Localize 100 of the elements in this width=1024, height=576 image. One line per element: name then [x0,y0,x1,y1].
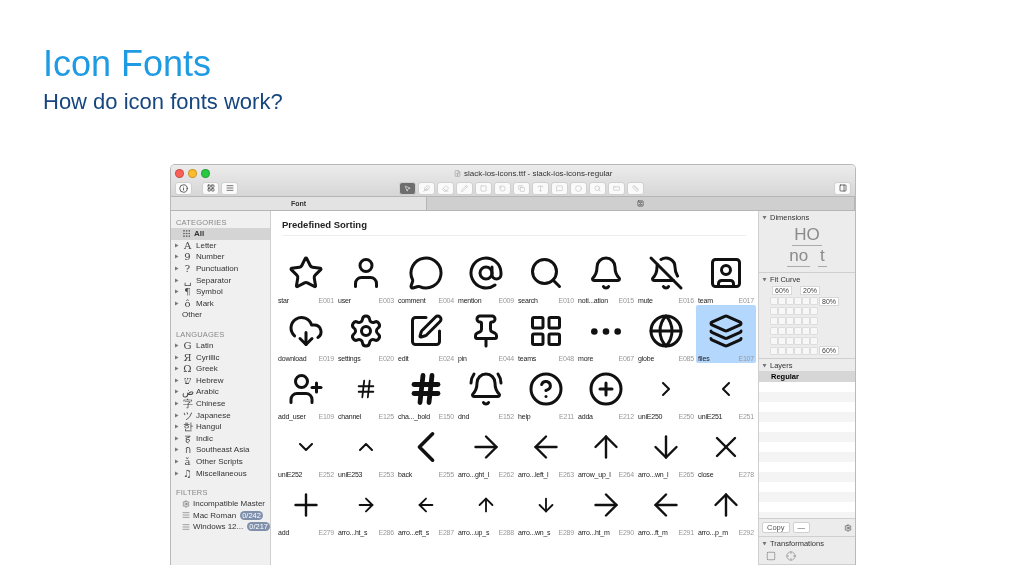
ellipsis-icon [591,327,621,335]
frame-tool-icon [613,184,620,192]
sidebar-item[interactable]: 9 Number [171,251,270,263]
item-label: Southeast Asia [196,445,250,455]
disclosure-triangle-icon[interactable] [762,363,767,368]
sidebar-item[interactable]: ह Indic [171,432,270,445]
eraser-tool-icon [442,184,449,192]
sidebar-item[interactable]: ツ Japanese [171,409,270,421]
disclosure-triangle-icon[interactable] [174,366,179,372]
grid-icon [206,184,215,192]
settings-icon [348,313,384,349]
disclosure-triangle-icon[interactable] [174,289,179,295]
document-icon [454,170,461,177]
hash-icon [355,378,377,400]
copy-tool-icon [518,184,525,192]
sidebar-item[interactable]: Я Cyrillic [171,351,270,363]
settings-icon[interactable] [844,523,852,532]
item-label: Punctuation [196,264,239,274]
list-icon [182,511,190,520]
disclosure-triangle-icon[interactable] [762,277,767,282]
disclosure-triangle-icon[interactable] [762,541,767,546]
window-zoom-button[interactable] [201,169,210,178]
sidebar-item[interactable]: Other [171,309,270,321]
script-glyph: ô [183,297,192,309]
circle-tool-icon [575,184,582,192]
globe-icon [648,313,684,349]
feather-tool-icon [423,184,430,192]
sidebar-item[interactable]: Incompatible Master [171,497,270,510]
item-label: Mark [196,298,214,308]
info-button[interactable] [175,181,192,195]
disclosure-triangle-icon[interactable] [174,401,179,406]
script-glyph: Ω [182,363,193,375]
script-glyph: ก [183,444,192,456]
at-sign-icon [468,255,504,291]
sidebar-item[interactable]: ? Punctuation [171,262,270,275]
script-glyph: 한 [182,421,193,433]
rotate-tool-icon [499,184,506,192]
sidebar-item[interactable]: A Letter [171,239,270,252]
item-label: Other Scripts [196,457,243,466]
disclosure-triangle-icon[interactable] [174,447,179,453]
sidebar-toggle-button[interactable] [834,181,851,195]
sidebar-item[interactable]: ␣ Separator [171,274,270,286]
chevron-down-icon [299,443,313,451]
list-icon [225,184,234,192]
cloud-download-icon [288,313,324,349]
item-label: Latin [196,341,214,351]
script-glyph: A [182,239,193,251]
disclosure-triangle-icon[interactable] [174,424,179,430]
script-glyph: ह [184,432,192,444]
disclosure-triangle-icon[interactable] [174,459,179,464]
disclosure-triangle-icon[interactable] [762,215,767,220]
sidebar-item[interactable]: Ω Greek [171,362,270,375]
disclosure-triangle-icon[interactable] [174,377,179,383]
info-icon [179,183,188,193]
gear-icon [182,499,190,508]
disclosure-triangle-icon[interactable] [174,389,179,395]
window-close-button[interactable] [175,169,184,178]
glyph-view-icon [637,200,645,207]
preview-text: no [787,246,811,267]
script-glyph: ♫ [182,467,193,479]
ringing-bell-icon [468,371,504,407]
annotation-tool-icon [556,184,563,192]
item-label: Hangul [196,422,222,432]
preview-text: t [818,246,827,267]
item-label: Japanese [196,410,231,420]
script-glyph: G [182,340,193,352]
disclosure-triangle-icon[interactable] [174,277,179,283]
layers-icon [708,313,744,349]
sidebar-item[interactable]: ô Mark [171,297,270,310]
pointer-tool-button[interactable] [399,181,416,195]
sidebar-item[interactable]: ก Southeast Asia [171,444,270,456]
section-heading: Predefined Sorting [282,219,746,236]
chevron-right-icon [662,382,670,396]
sidebar-item[interactable]: ¶ Symbol [171,285,270,298]
list-view-button[interactable] [221,181,238,195]
grid-view-button[interactable] [202,181,219,195]
sidebar-item[interactable]: 한 Hangul [171,420,270,433]
sidebar-item[interactable]: ǎ Other Scripts [171,455,270,468]
disclosure-triangle-icon[interactable] [174,300,179,306]
sidebar-item[interactable]: 字 Chinese [171,397,270,410]
disclosure-triangle-icon[interactable] [174,266,179,272]
window-minimize-button[interactable] [188,169,197,178]
sidebar-item[interactable]: ♫ Miscellaneous [171,467,270,479]
script-glyph: Я [182,351,193,363]
star-icon [288,255,324,291]
add-user-icon [288,371,324,407]
disclosure-triangle-icon[interactable] [174,343,179,349]
sidebar-item[interactable]: All [171,228,270,240]
disclosure-triangle-icon[interactable] [174,435,179,441]
pencil-tool-icon [461,184,468,192]
disclosure-triangle-icon[interactable] [174,254,179,260]
disclosure-triangle-icon[interactable] [174,242,179,248]
disclosure-triangle-icon[interactable] [174,412,179,418]
panel-icon [838,184,847,192]
script-glyph: 字 [182,398,193,409]
dot-grid-icon [182,229,191,239]
disclosure-triangle-icon[interactable] [174,470,179,476]
disclosure-triangle-icon[interactable] [174,354,179,360]
sidebar-item[interactable]: G Latin [171,339,270,352]
slide-subtitle: How do icon fonts work? [43,88,284,116]
